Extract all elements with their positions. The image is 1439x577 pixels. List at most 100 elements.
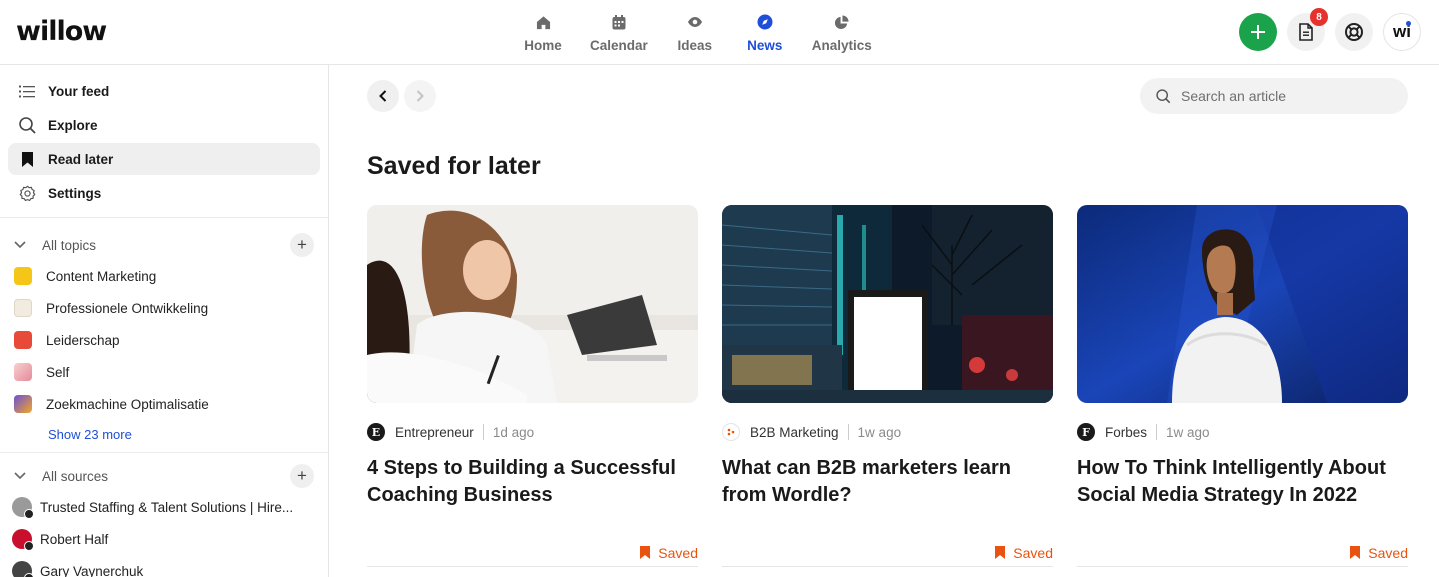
compass-icon	[757, 14, 773, 30]
sidebar-item-your-feed[interactable]: Your feed	[8, 75, 320, 107]
topics-section: All topics + Content Marketing Professio…	[0, 230, 328, 577]
divider	[0, 452, 328, 453]
source-label: Robert Half	[40, 531, 109, 547]
willow-logo[interactable]: willow	[16, 16, 107, 47]
article-image[interactable]	[367, 205, 698, 403]
article-source[interactable]: Entrepreneur	[395, 425, 474, 440]
topic-thumbnail	[14, 267, 32, 285]
sidebar: Your feed Explore Read later Settings Al…	[0, 65, 329, 577]
topic-thumbnail	[14, 395, 32, 413]
topic-label: Leiderschap	[46, 332, 120, 348]
source-item[interactable]: Gary Vaynerchuk	[12, 555, 314, 577]
topic-label: Zoekmachine Optimalisatie	[46, 396, 209, 412]
sidebar-item-label: Read later	[48, 151, 114, 167]
source-avatar	[12, 529, 34, 551]
article-image[interactable]	[722, 205, 1053, 403]
nav-news[interactable]: News	[730, 10, 800, 57]
saved-label: Saved	[658, 544, 698, 561]
topic-label: Professionele Ontwikkeling	[46, 300, 209, 316]
notifications-button[interactable]: 8	[1287, 8, 1328, 51]
lifebuoy-icon	[1345, 23, 1363, 41]
source-avatar	[12, 561, 34, 577]
topic-label: Self	[46, 364, 70, 380]
search-input[interactable]	[1181, 88, 1391, 104]
saved-toggle[interactable]: Saved	[995, 545, 1053, 561]
back-button[interactable]	[367, 80, 399, 112]
source-item[interactable]: Robert Half	[12, 523, 314, 555]
topic-item[interactable]: Self	[14, 356, 314, 388]
topic-thumbnail	[14, 363, 32, 381]
article-source[interactable]: B2B Marketing	[750, 425, 839, 440]
source-item[interactable]: Trusted Staffing & Talent Solutions | Hi…	[12, 491, 314, 523]
help-button[interactable]	[1335, 13, 1373, 51]
show-more-topics-link[interactable]: Show 23 more	[14, 420, 314, 450]
sources-header-label: All sources	[42, 468, 109, 484]
article-card[interactable]: E Entrepreneur 1d ago 4 Steps to Buildin…	[367, 205, 698, 567]
meta-divider	[1156, 424, 1158, 440]
topics-header-label: All topics	[42, 237, 97, 253]
create-button[interactable]	[1239, 13, 1277, 51]
article-meta: B2B Marketing 1w ago	[722, 422, 1053, 442]
topic-item[interactable]: Zoekmachine Optimalisatie	[14, 388, 314, 420]
nav-home[interactable]: Home	[508, 10, 578, 57]
article-title[interactable]: How To Think Intelligently About Social …	[1077, 455, 1408, 509]
sidebar-item-read-later[interactable]: Read later	[8, 143, 320, 175]
article-title[interactable]: What can B2B marketers learn from Wordle…	[722, 455, 1053, 509]
pie-chart-icon	[834, 14, 850, 30]
search-icon	[1156, 88, 1171, 103]
article-title[interactable]: 4 Steps to Building a Successful Coachin…	[367, 455, 698, 509]
sidebar-item-settings[interactable]: Settings	[8, 177, 320, 209]
meta-divider	[482, 424, 484, 440]
nav-home-label: Home	[524, 38, 562, 53]
sidebar-menu: Your feed Explore Read later Settings	[0, 65, 328, 218]
topics-header[interactable]: All topics +	[14, 230, 314, 260]
article-card[interactable]: F Forbes 1w ago How To Think Intelligent…	[1077, 205, 1408, 567]
source-label: Gary Vaynerchuk	[40, 563, 144, 577]
nav-ideas[interactable]: Ideas	[660, 10, 730, 57]
sidebar-item-explore[interactable]: Explore	[8, 109, 320, 141]
chevron-right-icon	[416, 90, 424, 102]
bookmark-icon	[995, 546, 1006, 559]
source-avatar	[12, 497, 34, 519]
search-icon	[18, 116, 36, 134]
forbes-logo-icon: F	[1077, 423, 1095, 441]
article-meta: F Forbes 1w ago	[1077, 422, 1408, 442]
top-bar: willow Home Calendar Ideas News Analytic…	[0, 0, 1439, 65]
avatar-dot	[1406, 21, 1411, 26]
article-image[interactable]	[1077, 205, 1408, 403]
page-title: Saved for later	[367, 152, 541, 180]
calendar-icon	[611, 14, 627, 30]
home-icon	[535, 14, 551, 30]
nav-analytics-label: Analytics	[811, 38, 872, 53]
top-actions: 8 wi	[1239, 8, 1421, 51]
forward-button[interactable]	[404, 80, 436, 112]
source-label: Trusted Staffing & Talent Solutions | Hi…	[40, 499, 294, 515]
topic-item[interactable]: Content Marketing	[14, 260, 314, 292]
article-source[interactable]: Forbes	[1105, 425, 1147, 440]
profile-avatar[interactable]: wi	[1383, 13, 1421, 51]
main-content: Saved for later E	[330, 66, 1439, 577]
article-footer: Saved	[367, 545, 698, 567]
saved-toggle[interactable]: Saved	[1350, 545, 1408, 561]
add-topic-button[interactable]: +	[290, 233, 314, 257]
add-source-button[interactable]: +	[290, 464, 314, 488]
nav-analytics[interactable]: Analytics	[800, 10, 884, 57]
article-search[interactable]	[1140, 78, 1408, 114]
nav-calendar[interactable]: Calendar	[578, 10, 660, 57]
article-time: 1w ago	[1166, 424, 1210, 440]
sources-header[interactable]: All sources +	[14, 461, 314, 491]
saved-toggle[interactable]: Saved	[640, 545, 698, 561]
eye-icon	[687, 14, 703, 30]
b2b-marketing-logo-icon	[722, 423, 740, 441]
topic-item[interactable]: Leiderschap	[14, 324, 314, 356]
nav-ideas-label: Ideas	[677, 38, 713, 53]
entrepreneur-logo-icon: E	[367, 423, 385, 441]
topic-item[interactable]: Professionele Ontwikkeling	[14, 292, 314, 324]
topic-thumbnail	[14, 331, 32, 349]
bookmark-icon	[1350, 546, 1361, 559]
article-card[interactable]: B2B Marketing 1w ago What can B2B market…	[722, 205, 1053, 567]
notification-badge: 8	[1310, 8, 1328, 26]
topic-thumbnail	[14, 299, 32, 317]
article-time: 1w ago	[857, 424, 902, 440]
article-grid: E Entrepreneur 1d ago 4 Steps to Buildin…	[367, 205, 1408, 567]
